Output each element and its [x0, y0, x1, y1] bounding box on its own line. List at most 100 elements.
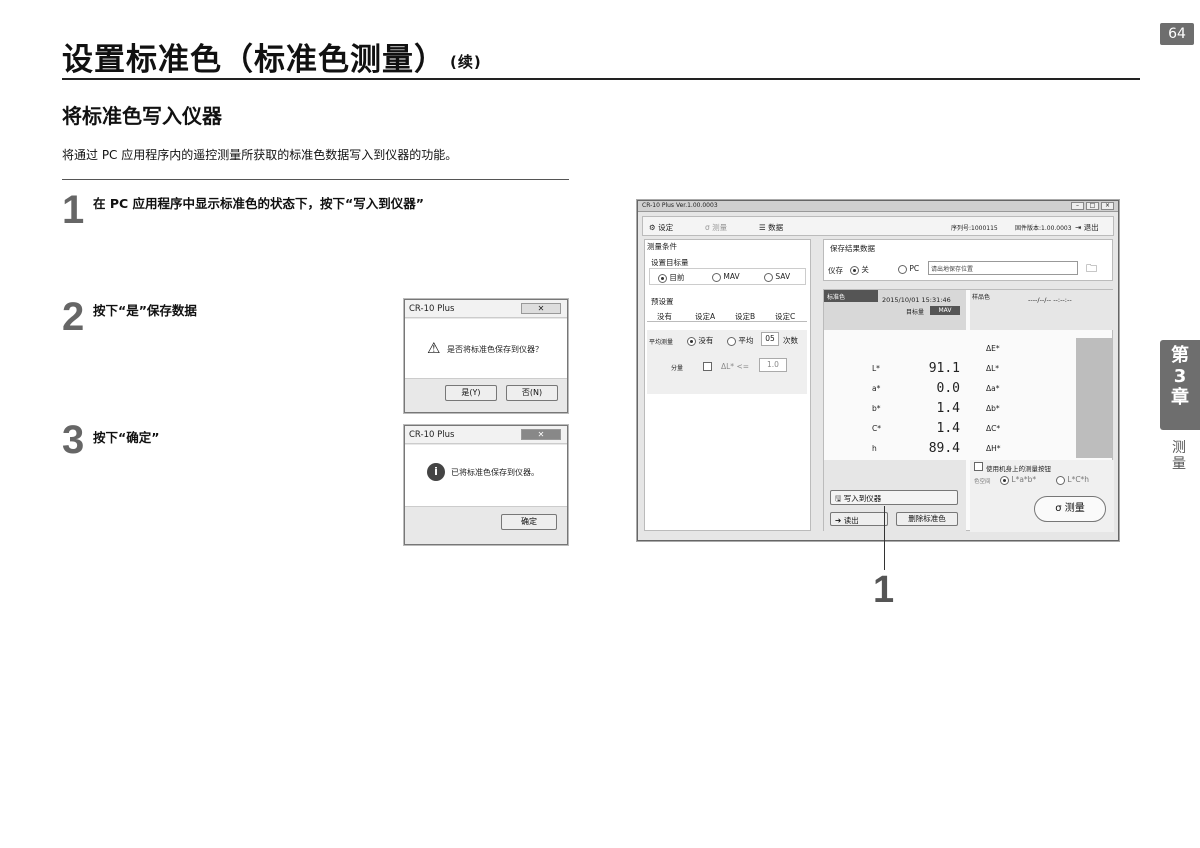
measure-conditions-label: 测量条件: [647, 242, 677, 251]
save-path-input[interactable]: 请出地保存位置: [928, 261, 1078, 275]
callout-line: [884, 506, 885, 570]
chapter-line-3: 章: [1171, 387, 1189, 408]
tab-measure[interactable]: σ 测量: [705, 222, 727, 233]
row-delta: ΔL*: [986, 364, 1000, 373]
row-value: 0.0: [936, 381, 960, 396]
use-instrument-checkbox[interactable]: [974, 462, 983, 471]
tab-data[interactable]: ☰ 数据: [759, 222, 783, 233]
instrument-off-option[interactable]: 关: [850, 264, 869, 275]
settings-panel: 测量条件 设置目标量 目前 MAV SAV 预设置 没有 设定A 设定B 设定C…: [644, 239, 811, 531]
page-number: 64: [1160, 23, 1194, 45]
target-option-current[interactable]: 目前: [658, 272, 684, 283]
step-1-text: 在 PC 应用程序中显示标准色的状态下，按下“写入到仪器”: [93, 196, 424, 211]
chapter-sub-2: 量: [1172, 456, 1186, 472]
step-1-number: 1: [62, 188, 85, 232]
chapter-sub-1: 测: [1172, 440, 1186, 456]
close-button[interactable]: ✕: [521, 429, 561, 440]
row-delta: ΔC*: [986, 424, 1001, 433]
read-button[interactable]: ➔ 读出: [830, 512, 888, 526]
row-value: 1.4: [936, 421, 960, 436]
use-instrument-label: 使用机身上的测量按钮: [986, 465, 1051, 473]
measure-area: 使用机身上的测量按钮 色空间 L*a*b* L*C*h σ 测量: [970, 460, 1114, 532]
list-icon: ☰: [759, 223, 766, 232]
preset-body: 平均测量 没有 平均 05 次数 分量 ΔL* <= 1.0: [647, 330, 807, 394]
preset-tab-b[interactable]: 设定B: [735, 311, 755, 322]
dialog-title: CR-10 Plus ✕: [405, 426, 567, 444]
measure-icon: σ: [1055, 503, 1062, 514]
presets-label: 预设置: [651, 297, 674, 306]
chapter-line-1: 第: [1171, 345, 1189, 366]
window-title: CR-10 Plus Ver.1.00.0003: [642, 202, 718, 209]
row-value: 89.4: [928, 441, 960, 456]
save-results-panel: 保存结果数据 仪存 关 PC 请出地保存位置 🗀: [823, 239, 1113, 281]
sample-date: ----/--/-- --:--:--: [1028, 296, 1072, 304]
close-button[interactable]: ×: [1101, 202, 1114, 210]
measure-icon: σ: [705, 223, 710, 232]
step-divider: [62, 179, 569, 180]
dialog-message: 已将标准色保存到仪器。: [451, 468, 539, 477]
value-row-b: b* 1.4 Δb*: [824, 400, 1114, 420]
chapter-line-2: 3: [1173, 366, 1187, 387]
action-area: 🖫 写入到仪器 ➔ 读出 删除标准色: [824, 460, 966, 532]
firmware-version: 固件版本:1.00.0003: [1015, 225, 1072, 232]
color-space-lab-option[interactable]: L*a*b*: [1000, 475, 1036, 485]
avg-on-option[interactable]: 平均: [727, 335, 753, 346]
color-space-lch-option[interactable]: L*C*h: [1056, 475, 1089, 485]
confirm-save-dialog: CR-10 Plus ✕ ⚠ 是否将标准色保存到仪器？ 是(Y) 否(N): [404, 299, 568, 413]
app-window: CR-10 Plus Ver.1.00.0003 – □ × ⚙ 设定 σ 测量…: [637, 200, 1119, 541]
tolerance-checkbox[interactable]: [703, 362, 712, 371]
exit-button[interactable]: ⇥ 退出: [1075, 222, 1099, 233]
folder-icon[interactable]: 🗀: [1086, 260, 1097, 279]
tolerance-label: 分量: [671, 365, 684, 372]
warning-icon: ⚠: [427, 339, 441, 357]
saved-info-dialog: CR-10 Plus ✕ i 已将标准色保存到仪器。 确定: [404, 425, 568, 545]
save-icon: 🖫: [835, 494, 842, 503]
row-delta: ΔH*: [986, 444, 1001, 453]
value-row-h: h 89.4 ΔH*: [824, 440, 1114, 460]
chapter-subtitle: 测 量: [1164, 440, 1194, 472]
target-options: 目前 MAV SAV: [649, 268, 806, 285]
step-2-number: 2: [62, 295, 85, 339]
tolerance-value-input[interactable]: 1.0: [759, 358, 787, 372]
avg-count-input[interactable]: 05: [761, 332, 779, 346]
avg-none-option[interactable]: 没有: [687, 335, 713, 346]
tab-settings[interactable]: ⚙ 设定: [649, 222, 673, 233]
preset-tab-a[interactable]: 设定A: [695, 311, 715, 322]
chapter-tab: 第 3 章: [1160, 340, 1200, 430]
sample-color-label: 样品色: [972, 294, 991, 301]
measure-button[interactable]: σ 测量: [1034, 496, 1106, 522]
ok-button[interactable]: 确定: [501, 514, 557, 530]
standard-color-label: 标准色: [824, 290, 878, 302]
no-button[interactable]: 否(N): [506, 385, 558, 401]
tolerance-condition: ΔL* <=: [721, 362, 750, 371]
standard-header: 标准色 2015/10/01 15:31:46 目标量 MAV: [824, 290, 966, 330]
preset-tab-c[interactable]: 设定C: [775, 311, 795, 322]
row-delta: Δb*: [986, 404, 1000, 413]
title-rule: [62, 78, 1140, 80]
preset-tabs: 没有 设定A 设定B 设定C: [647, 308, 807, 322]
avg-label: 平均测量: [649, 339, 674, 346]
close-button[interactable]: ✕: [521, 303, 561, 314]
maximize-button[interactable]: □: [1086, 202, 1099, 210]
delete-standard-button[interactable]: 删除标准色: [896, 512, 958, 526]
standard-mode-label: 目标量: [906, 309, 925, 316]
instrument-label: 仪存: [828, 266, 843, 275]
intro-text: 将通过 PC 应用程序内的遥控测量所获取的标准色数据写入到仪器的功能。: [62, 148, 458, 162]
preset-tab-none[interactable]: 没有: [657, 311, 672, 322]
target-option-mav[interactable]: MAV: [712, 272, 740, 282]
color-space-label: 色空间: [974, 479, 991, 485]
pc-option[interactable]: PC: [898, 264, 919, 274]
step-2-text: 按下“是”保存数据: [93, 303, 197, 318]
row-label: b*: [872, 404, 881, 413]
target-option-sav[interactable]: SAV: [764, 272, 790, 282]
standard-date: 2015/10/01 15:31:46: [882, 296, 951, 304]
minimize-button[interactable]: –: [1071, 202, 1084, 210]
yes-button[interactable]: 是(Y): [445, 385, 497, 401]
row-label: h: [872, 444, 877, 453]
gear-icon: ⚙: [649, 223, 656, 232]
title-continued: (续): [450, 53, 482, 71]
write-to-instrument-button[interactable]: 🖫 写入到仪器: [830, 490, 958, 505]
arrow-right-icon: ➔: [835, 516, 842, 525]
exit-icon: ⇥: [1075, 223, 1082, 232]
value-row-a: a* 0.0 Δa*: [824, 380, 1114, 400]
